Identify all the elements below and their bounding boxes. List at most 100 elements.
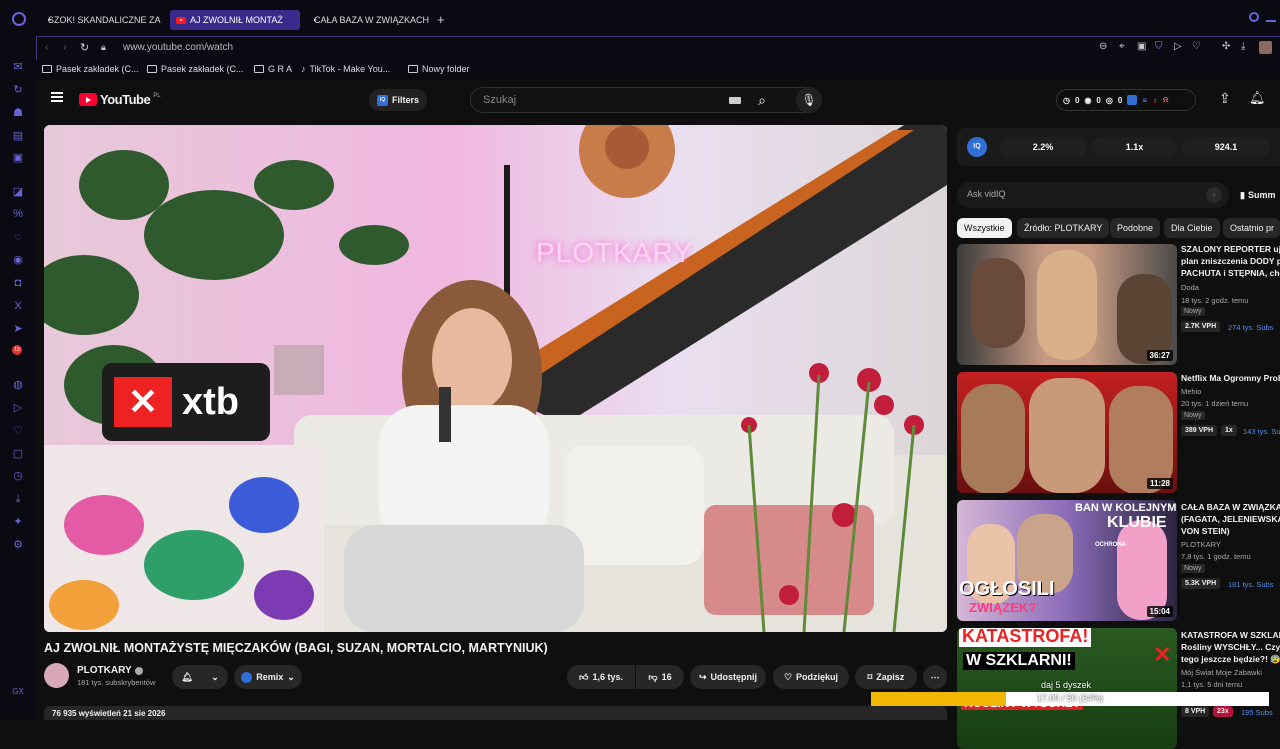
recommendation-thumbnail-2[interactable]: 11:28 [957,372,1177,493]
dislike-count: 16 [661,672,672,682]
snapshot-icon[interactable]: ▣ [1137,41,1146,52]
bookmark-tiktok[interactable]: ♪ TikTok - Make You... [301,64,390,74]
url-text[interactable]: www.youtube.com/watch [123,42,233,53]
profile-avatar-icon[interactable] [1259,41,1272,54]
extensions-icon[interactable]: ✦ [12,516,24,528]
rec-title-line3[interactable]: tego jeszcze będzie?! 😰 [1181,654,1280,665]
player-play-icon[interactable]: ▷ [1174,41,1182,52]
recommendation-thumbnail-3[interactable]: BAN W KOLEJNYM KLUBIE OCHRONA OGŁOSILI Z… [957,500,1177,621]
rec-title-line2[interactable]: (FAGATA, JELENIEWSKA, [1181,514,1280,525]
messenger-icon[interactable]: ◌ [12,231,24,243]
vidiq-filters-button[interactable]: IQ Filters [369,89,428,111]
box-icon[interactable]: ▢ [12,448,24,460]
notification-badge-icon[interactable]: 19 [12,345,22,355]
opera-gx-logo-icon[interactable] [12,12,26,26]
tab-3[interactable]: CAŁA BAZA W ZWIĄZKACH [304,10,430,30]
voice-search-mic-icon[interactable]: 🎙︎ [796,87,822,113]
donation-progress-bar: 17.00 / 50 (34%) [871,692,1269,706]
zoom-icon[interactable]: ⊖ [1099,41,1107,52]
bookmark-folder-nowy[interactable]: Nowy folder [408,64,470,74]
rec-channel[interactable]: Doda [1181,283,1199,292]
rec-title-line2[interactable]: Rośliny WYSCHŁY... Czy c [1181,642,1280,653]
settings-gear-icon[interactable]: ⚙ [12,539,24,551]
home-icon[interactable]: ✉ [12,61,24,73]
telegram-icon[interactable]: ➤ [12,323,24,335]
pin-icon[interactable]: ⌖ [1119,41,1125,52]
chip-source-plotkary[interactable]: Źródło: PLOTKARY [1017,218,1110,238]
vidiq-logo-icon[interactable]: IQ [967,137,987,157]
search-button[interactable]: ⌕ [746,87,778,113]
heart-icon[interactable]: ♡ [12,425,24,437]
upload-icon[interactable]: ⇪ [1219,90,1231,107]
tab-1[interactable]: SZOK! SKANDALICZNE ZA [38,10,164,30]
recommendation-thumbnail-1[interactable]: 36:27 [957,244,1177,365]
rec-channel[interactable]: Mehio [1181,387,1201,396]
notes-icon[interactable]: ▤ [12,130,24,142]
twitch-icon[interactable]: ◪ [12,186,24,198]
chip-recently[interactable]: Ostatnio pr [1223,218,1280,238]
video-title: AJ ZWOLNIŁ MONTAŻYSTĘ MIĘCZAKÓW (BAGI, S… [44,641,548,655]
vpn-shield-icon[interactable]: ⛉ [1155,41,1163,52]
save-button[interactable]: ⌑ Zapisz [855,665,917,689]
favorite-heart-icon[interactable]: ♡ [1192,41,1201,52]
award-icon[interactable]: ♁ [1152,96,1158,105]
rec-title-line2[interactable]: plan zniszczenia DODY pr [1181,256,1280,267]
gx-corner-icon[interactable]: GX [12,686,24,698]
history-icon[interactable]: ◷ [12,470,24,482]
thanks-button[interactable]: ♡ Podziękuj [773,665,849,689]
chip-similar[interactable]: Podobne [1110,218,1161,238]
x-twitter-icon[interactable]: X [12,300,24,312]
rec-title[interactable]: CAŁA BAZA W ZWIĄZKAC [1181,502,1280,513]
bot-icon[interactable]: ☗ [12,107,24,119]
download-arrow-icon[interactable]: ⤓ [1241,41,1245,52]
bookmark-folder-gra[interactable]: G R A [254,64,292,74]
vidiq-remix-button[interactable]: Remix ⌄ [234,665,302,689]
keyboard-icon[interactable] [729,97,741,104]
hamburger-menu-icon[interactable] [51,92,63,102]
bell-slash-icon[interactable]: ⍾ [1163,95,1168,105]
download-icon[interactable]: ⤓ [12,493,24,505]
bookmark-folder-1[interactable]: Pasek zakładek (C... [42,64,139,74]
ask-vidiq-input[interactable]: Ask vidIQ [957,182,1229,208]
instagram-icon[interactable]: ◘ [12,277,24,289]
video-player[interactable]: PLOTKARY ✕ xtb [44,125,947,632]
rec-channel[interactable]: PLOTKARY [1181,540,1221,549]
dislike-button[interactable]: 👎︎ 16 [636,665,684,689]
music-icon[interactable]: ▣ [12,152,24,164]
extensions-puzzle-icon[interactable]: ✣ [1222,41,1230,52]
percent-icon[interactable]: % [12,208,24,220]
chip-all[interactable]: Wszystkie [957,218,1012,238]
chip-for-you[interactable]: Dla Ciebie [1164,218,1220,238]
more-actions-button[interactable]: ⋯ [923,665,947,689]
new-tab-plus-icon[interactable]: + [437,12,445,27]
like-button[interactable]: 👍︎ 1,6 tys. [567,665,635,689]
discord-icon[interactable]: ◉ [12,254,24,266]
channel-avatar[interactable] [44,663,69,688]
subscribe-bell-dropdown[interactable]: 🔔︎ ⌄ [172,665,228,689]
tab-2-active[interactable]: AJ ZWOLNIŁ MONTAŻ [170,10,300,30]
description-box[interactable]: 76 935 wyświetleń 21 sie 2026 [44,706,947,720]
search-tabs-icon[interactable] [1249,12,1259,22]
rec-title-line3[interactable]: VON STEIN) [1181,526,1280,537]
youtube-logo[interactable]: YouTube PL [79,92,161,107]
rec-title[interactable]: Netflix Ma Ogromny Prob [1181,373,1280,384]
minimize-icon[interactable] [1266,20,1276,22]
bookmark-folder-2[interactable]: Pasek zakładek (C... [147,64,244,74]
summary-button[interactable]: ▮ Summ [1240,190,1275,201]
reload-icon[interactable]: ↻ [80,41,89,54]
player-icon[interactable]: ◍ [12,379,24,391]
back-icon[interactable]: ‹ [45,42,48,53]
ask-send-arrow-icon[interactable]: › [1206,187,1222,203]
list-icon[interactable]: ≡ [1142,96,1147,105]
rec-title[interactable]: KATASTROFA W SZKLAR [1181,630,1280,641]
rec-channel[interactable]: Mój Świat Moje Zabawki [1181,668,1262,677]
forward-icon[interactable]: › [63,42,66,53]
refresh-sidebar-icon[interactable]: ↻ [12,84,24,96]
vidiq-small-icon[interactable] [1127,95,1138,105]
play-icon[interactable]: ▷ [12,402,24,414]
rec-title-line3[interactable]: PACHUTA i STĘPNIA, chc [1181,268,1280,279]
rec-title[interactable]: SZALONY REPORTER ujaw [1181,244,1280,255]
channel-name[interactable]: PLOTKARY [77,665,143,676]
share-button[interactable]: ↪ Udostępnij [690,665,766,689]
notifications-bell-icon[interactable]: 🔔︎ [1249,90,1266,106]
